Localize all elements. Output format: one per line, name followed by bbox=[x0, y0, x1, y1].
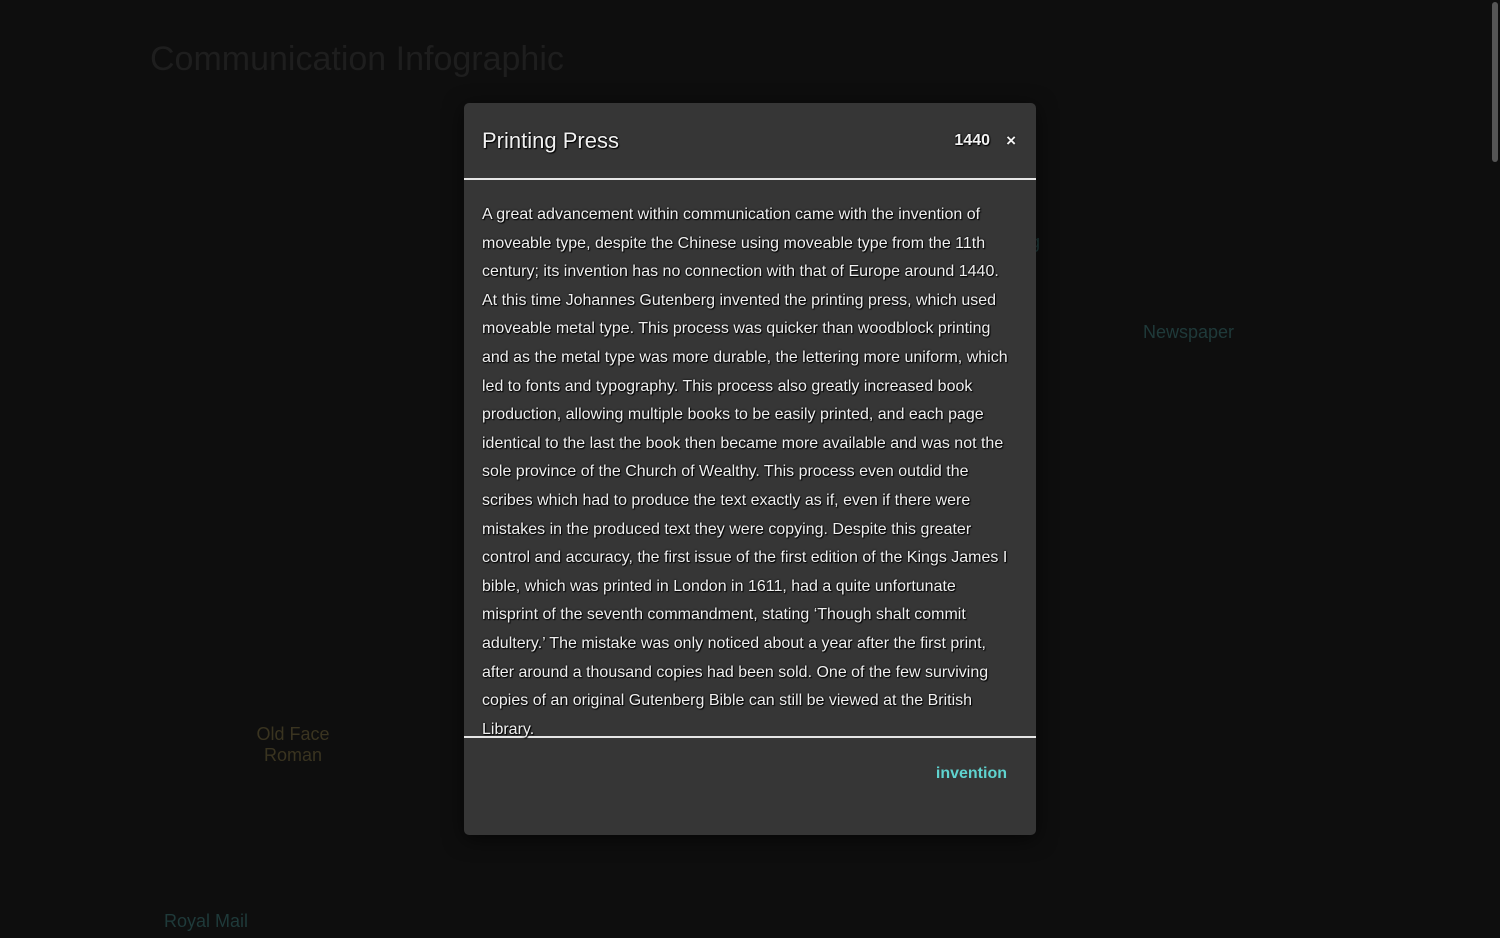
page-scrollbar[interactable] bbox=[1488, 0, 1500, 938]
modal-footer: invention bbox=[464, 738, 1036, 813]
modal-description: A great advancement within communication… bbox=[482, 206, 1008, 738]
close-icon[interactable]: × bbox=[1006, 131, 1016, 151]
timeline-item-newspaper[interactable]: Newspaper bbox=[1143, 322, 1234, 343]
infographic-page: Communication Infographic g Newspaper Ol… bbox=[0, 0, 1500, 938]
modal-year: 1440 bbox=[954, 132, 990, 149]
scrollbar-thumb[interactable] bbox=[1492, 2, 1498, 162]
modal-header: Printing Press 1440 × bbox=[464, 103, 1036, 180]
modal-body: A great advancement within communication… bbox=[464, 180, 1036, 738]
timeline-item-old-face-roman[interactable]: Old Face Roman bbox=[256, 724, 330, 766]
page-title: Communication Infographic bbox=[150, 40, 564, 78]
tag-link-invention[interactable]: invention bbox=[936, 765, 1007, 783]
detail-modal: Printing Press 1440 × A great advancemen… bbox=[464, 103, 1036, 835]
modal-title: Printing Press bbox=[482, 128, 619, 153]
timeline-item-royal-mail[interactable]: Royal Mail bbox=[164, 911, 248, 932]
